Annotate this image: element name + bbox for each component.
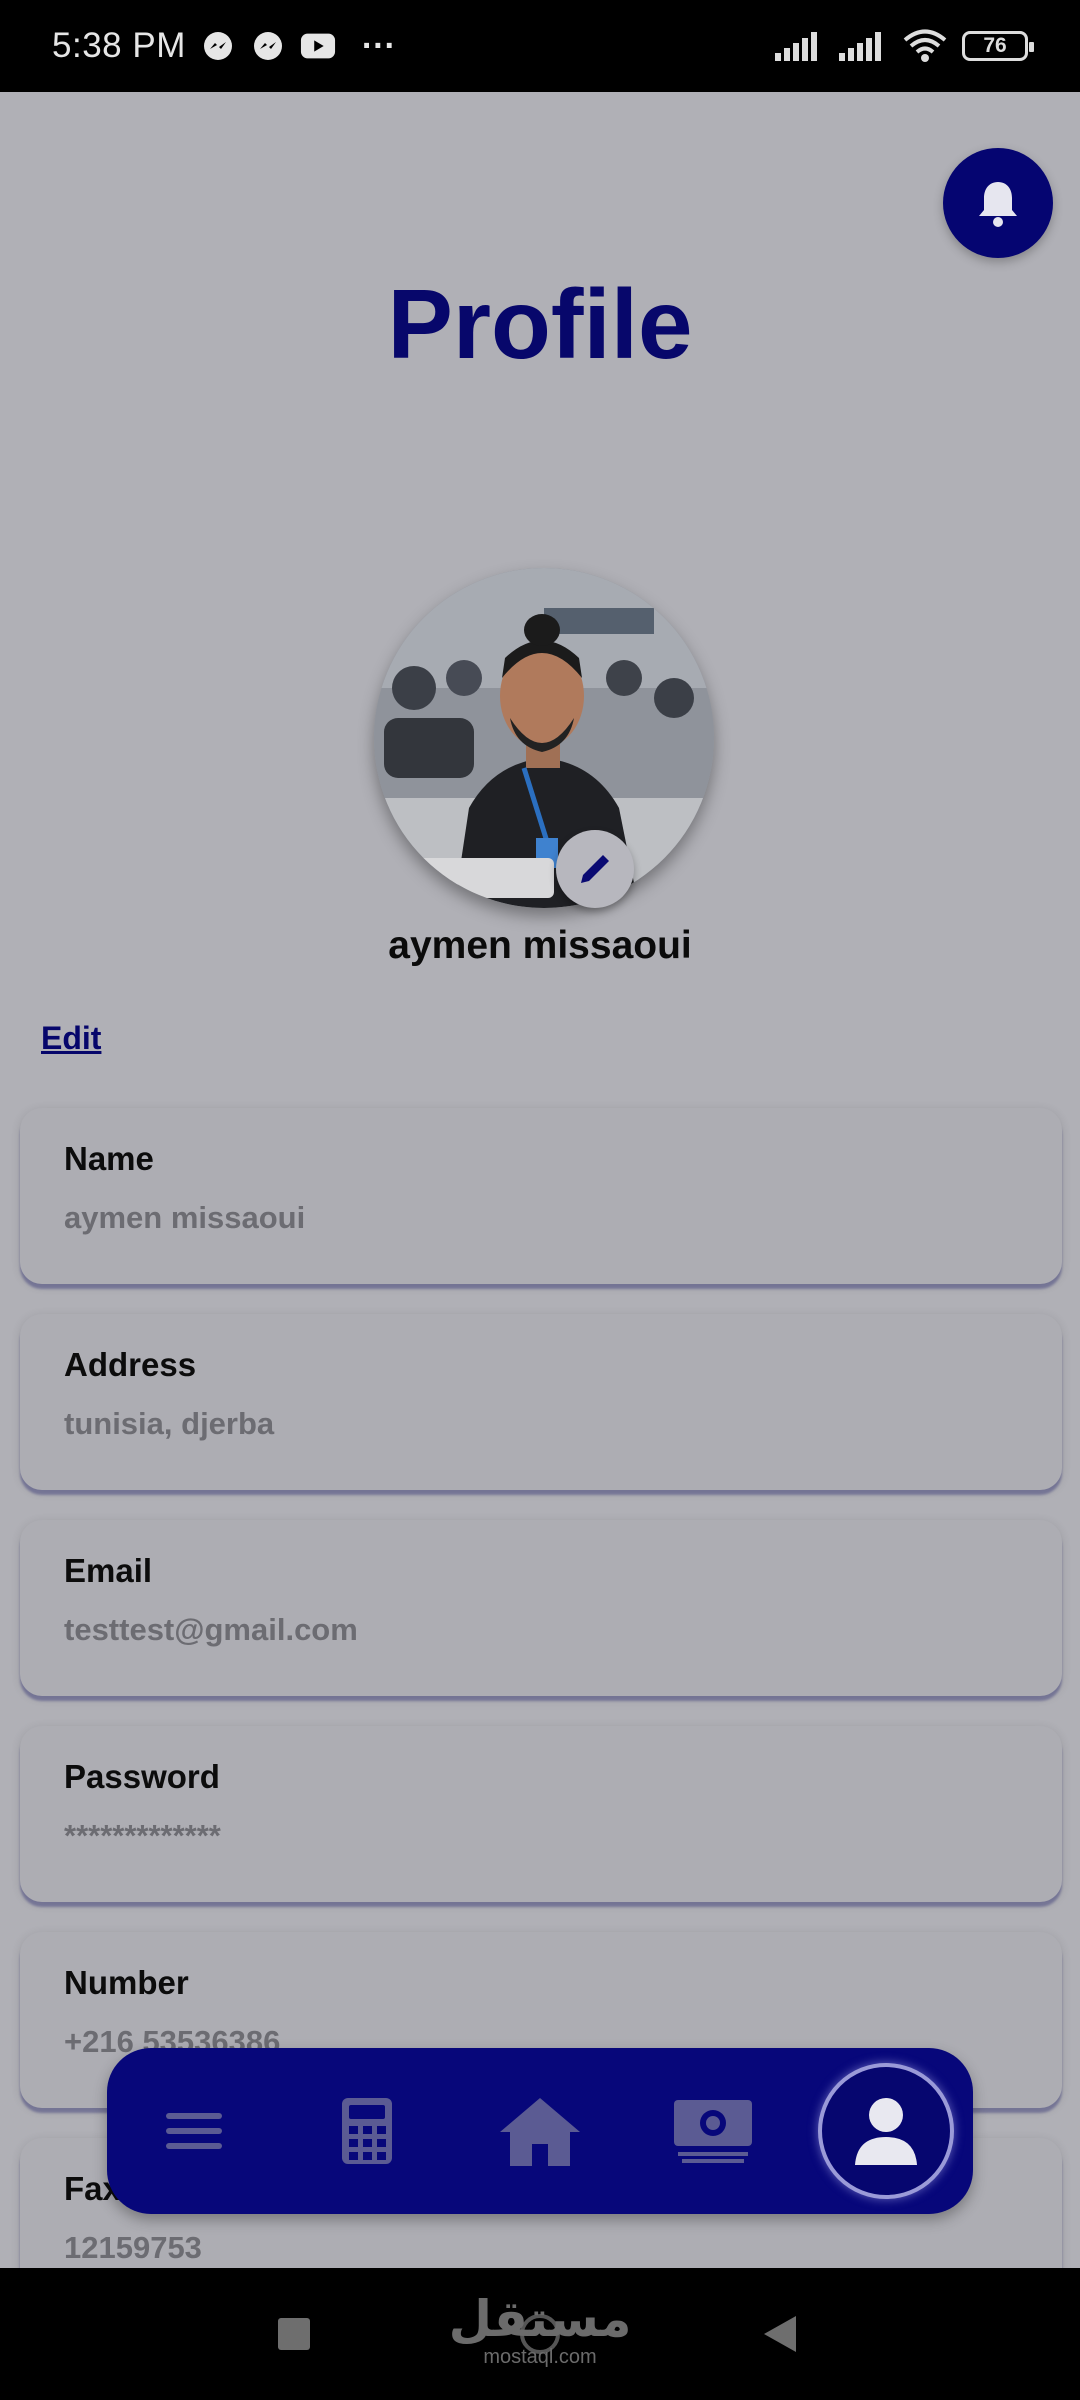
user-icon bbox=[854, 2098, 917, 2165]
watermark: مستقل mostaql.com bbox=[440, 2276, 640, 2386]
home-icon bbox=[499, 2098, 580, 2166]
recents-button[interactable] bbox=[270, 2268, 318, 2400]
menu-icon bbox=[165, 2113, 222, 2149]
profile-screen: Profile aymen missaoui Edit Name aymen m… bbox=[0, 92, 1080, 2268]
card-label: Password bbox=[64, 1758, 220, 1795]
watermark-arabic: مستقل bbox=[448, 2290, 632, 2347]
nav-calculator[interactable] bbox=[280, 2048, 453, 2214]
wifi-icon bbox=[902, 28, 948, 64]
profile-display-name: aymen missaoui bbox=[388, 924, 692, 967]
card-value: testtest@gmail.com bbox=[64, 1612, 358, 1647]
notifications-button[interactable] bbox=[943, 148, 1053, 258]
page-title: Profile bbox=[387, 269, 693, 379]
password-card[interactable]: Password ************* bbox=[20, 1726, 1062, 1902]
square-icon bbox=[278, 2318, 310, 2350]
card-value: ************* bbox=[64, 1818, 221, 1853]
bell-icon bbox=[979, 182, 1017, 227]
back-button[interactable] bbox=[756, 2268, 804, 2400]
battery-icon: 76 bbox=[962, 31, 1034, 61]
screen: 5:38 PM ··· 76 Profile aymen missaoui Ed… bbox=[0, 0, 1080, 2400]
card-value: 12159753 bbox=[64, 2230, 202, 2265]
calculator-icon bbox=[341, 2098, 392, 2164]
nav-menu[interactable] bbox=[107, 2048, 280, 2214]
pencil-icon bbox=[581, 855, 609, 883]
nav-home[interactable] bbox=[453, 2048, 626, 2214]
address-card[interactable]: Address tunisia, djerba bbox=[20, 1314, 1062, 1490]
bottom-navigation bbox=[107, 2048, 973, 2214]
nav-profile[interactable] bbox=[799, 2048, 972, 2214]
more-notifications-indicator: ··· bbox=[361, 26, 396, 65]
card-value: aymen missaoui bbox=[64, 1200, 306, 1235]
youtube-icon bbox=[300, 28, 336, 64]
card-label: Email bbox=[64, 1552, 153, 1589]
signal-icon bbox=[774, 28, 824, 64]
email-card[interactable]: Email testtest@gmail.com bbox=[20, 1520, 1062, 1696]
avatar-container bbox=[374, 568, 714, 908]
card-label: Name bbox=[64, 1140, 154, 1177]
messenger-icon bbox=[200, 28, 236, 64]
signal-icon bbox=[838, 28, 888, 64]
battery-level: 76 bbox=[983, 34, 1007, 57]
watermark-latin: mostaql.com bbox=[483, 2345, 597, 2368]
back-triangle-icon bbox=[764, 2316, 796, 2352]
status-time: 5:38 PM bbox=[52, 26, 186, 65]
edit-photo-button[interactable] bbox=[556, 830, 634, 908]
card-label: Address bbox=[64, 1346, 197, 1383]
money-icon bbox=[673, 2100, 752, 2163]
status-bar: 5:38 PM ··· 76 bbox=[0, 0, 1080, 92]
messenger-icon bbox=[250, 28, 286, 64]
avatar[interactable] bbox=[374, 568, 714, 908]
card-label: Number bbox=[64, 1964, 189, 2001]
name-card[interactable]: Name aymen missaoui bbox=[20, 1108, 1062, 1284]
nav-profile-active bbox=[817, 2063, 954, 2199]
card-value: tunisia, djerba bbox=[64, 1406, 275, 1441]
edit-profile-link[interactable]: Edit bbox=[41, 1020, 101, 1057]
nav-money[interactable] bbox=[626, 2048, 799, 2214]
